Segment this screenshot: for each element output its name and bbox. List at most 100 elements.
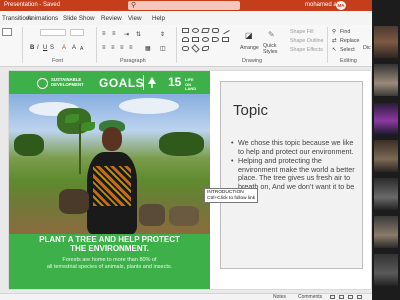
participant-video[interactable] (374, 103, 398, 135)
avatar[interactable]: MA (336, 1, 346, 10)
participant-video[interactable] (374, 254, 398, 286)
circle-shape-icon[interactable] (202, 37, 209, 42)
shape-effects-label[interactable]: Shape Effects (290, 47, 323, 53)
replace-button[interactable]: Replace (340, 38, 359, 44)
ribbon-divider (96, 27, 97, 63)
strikethrough-icon[interactable]: S (50, 45, 54, 51)
slideshow-view-icon[interactable] (357, 295, 362, 299)
normal-view-icon[interactable] (330, 295, 335, 299)
caption-body-line-1: Forests are home to more than 80% of (62, 257, 157, 263)
line-shape-icon[interactable] (221, 26, 230, 35)
seedling-stem (79, 124, 81, 174)
align-right-icon[interactable]: ≡ (120, 45, 124, 51)
caption-heading-line-1: PLANT A TREE AND HELP PROTECT (39, 235, 180, 244)
tree-icon (148, 77, 156, 88)
sdg-logo-text: SUSTAINABLE DEVELOPMENT (51, 77, 84, 87)
ribbon-tabs: Transitions Animations Slide Show Review… (0, 11, 372, 25)
user-name[interactable]: mohamed ali (305, 2, 339, 8)
shape-fill-label[interactable]: Shape Fill (290, 29, 314, 35)
topic-title[interactable]: Topic (233, 102, 268, 119)
slide-sorter-icon[interactable] (339, 295, 344, 299)
notes-button[interactable]: Notes (273, 294, 286, 300)
goal-name: LIFE ON LAND (185, 77, 199, 92)
bullet-item[interactable]: • We chose this topic because we like to… (231, 138, 359, 156)
arrange-label[interactable]: Arrange (240, 45, 259, 51)
text-direction-icon[interactable]: ⇕ (160, 31, 165, 38)
font-size-box[interactable] (70, 29, 84, 36)
textbox-shape-icon[interactable] (192, 37, 199, 42)
seedling-sack (169, 206, 199, 226)
topic-textbox[interactable]: Topic • We chose this topic because we l… (220, 81, 363, 269)
tab-view[interactable]: View (128, 15, 142, 22)
rounded-rect-shape-icon[interactable] (212, 28, 219, 33)
quick-styles-icon[interactable]: ✎ (268, 30, 275, 39)
replace-icon: ⇄ (332, 38, 337, 44)
shape-outline-label[interactable]: Shape Outline (290, 38, 324, 44)
tab-help[interactable]: Help (152, 15, 165, 22)
shapes-gallery[interactable] (182, 26, 238, 54)
hyperlink-tooltip: INTRODUCTION Ctrl+Click to follow link (204, 188, 259, 203)
dictate-button[interactable]: Dic (363, 45, 371, 51)
font-color-icon[interactable]: A (62, 45, 66, 51)
bold-icon[interactable]: B (30, 45, 34, 51)
participant-video[interactable] (374, 64, 398, 96)
wave-shape-icon[interactable] (202, 46, 209, 51)
leaf (65, 114, 79, 123)
arrow-shape-icon[interactable] (212, 37, 219, 42)
indent-icon[interactable]: ⇥ (124, 31, 129, 38)
font-size-down-icon[interactable]: A (80, 46, 83, 52)
group-label-drawing: Drawing (242, 58, 263, 64)
goal-number: 15 (168, 75, 182, 89)
sdg-development: DEVELOPMENT (51, 82, 84, 87)
select-icon: ↖ (332, 47, 337, 53)
caption-body: Forests are home to more than 80% of all… (9, 257, 210, 271)
participant-video[interactable] (374, 178, 398, 210)
comments-button[interactable]: Comments (298, 294, 322, 300)
tab-review[interactable]: Review (101, 15, 122, 22)
document-title: Presentation - Saved (4, 2, 61, 8)
line-spacing-icon[interactable]: ⇅ (136, 31, 141, 38)
search-box[interactable]: ⚲ (128, 1, 240, 10)
oval-shape-icon[interactable] (192, 28, 199, 33)
smartart-icon[interactable]: ◫ (160, 45, 166, 52)
font-size-up-icon[interactable]: A (72, 45, 76, 51)
arrange-icon[interactable]: ◪ (245, 31, 253, 40)
title-bar: Presentation - Saved ⚲ mohamed ali MA (0, 0, 372, 11)
tab-slide-show[interactable]: Slide Show (63, 15, 95, 22)
reading-view-icon[interactable] (348, 295, 353, 299)
square-shape-icon[interactable] (222, 37, 229, 42)
tree (14, 134, 44, 156)
select-button[interactable]: Select (340, 47, 355, 53)
status-bar: Notes Comments (0, 293, 372, 300)
find-button[interactable]: Find (340, 29, 350, 35)
align-left-icon[interactable]: ≡ (102, 45, 106, 51)
tooltip-hint: Ctrl+Click to follow link (207, 195, 256, 201)
caption-heading: PLANT A TREE AND HELP PROTECT THE ENVIRO… (9, 235, 210, 253)
quick-styles-label[interactable]: Quick Styles (263, 43, 283, 55)
tab-animations[interactable]: Animations (27, 15, 58, 22)
justify-icon[interactable]: ≡ (129, 45, 133, 51)
group-label-font: Font (52, 58, 64, 64)
search-icon: ⚲ (131, 2, 137, 9)
columns-icon[interactable]: ▦ (145, 45, 151, 52)
diamond-shape-icon[interactable] (191, 44, 200, 53)
goal-15-badge: 15 LIFE ON LAND (143, 75, 199, 92)
underline-icon[interactable]: U (43, 45, 47, 51)
sdg-goals: GOALS (99, 76, 145, 90)
bullets-icon[interactable]: ≡ (102, 31, 106, 37)
group-label-editing: Editing (340, 58, 357, 64)
person-face (102, 127, 122, 151)
brace-shape-icon[interactable] (182, 46, 189, 51)
italic-icon[interactable]: I (37, 45, 39, 51)
arc-shape-icon[interactable] (182, 37, 189, 42)
numbering-icon[interactable]: ≡ (112, 31, 116, 37)
rectangle-shape-icon[interactable] (182, 28, 189, 33)
leaf (81, 122, 95, 131)
parallelogram-shape-icon[interactable] (201, 28, 210, 33)
participant-video[interactable] (374, 216, 398, 248)
participant-video[interactable] (374, 26, 398, 58)
participant-video[interactable] (374, 140, 398, 172)
align-center-icon[interactable]: ≡ (111, 45, 115, 51)
slide-icon[interactable] (2, 28, 12, 36)
font-name-box[interactable] (40, 29, 66, 36)
